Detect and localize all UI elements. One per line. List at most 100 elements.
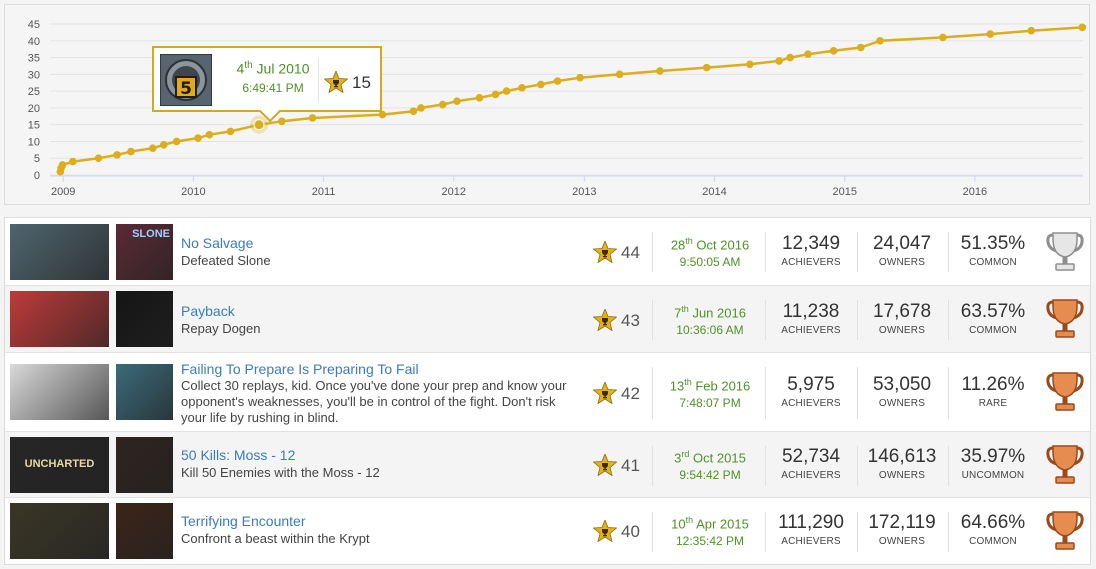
trophy-title-link[interactable]: Failing To Prepare Is Preparing To Fail bbox=[181, 361, 419, 377]
trophy-cup-icon bbox=[1045, 371, 1085, 418]
data-point bbox=[127, 147, 135, 156]
x-tick-label: 2011 bbox=[312, 186, 336, 198]
trophy-title-link[interactable]: No Salvage bbox=[181, 235, 253, 251]
trophy-description: Repay Dogen bbox=[181, 321, 261, 336]
earned-time: 12:35:42 PM bbox=[675, 534, 745, 548]
earned-date: 7th Jun 2016 bbox=[674, 304, 746, 321]
earned-time: 7:48:07 PM bbox=[679, 396, 741, 410]
trophy-icon-image[interactable] bbox=[116, 291, 173, 347]
earned-date: 10th Apr 2015 bbox=[671, 515, 749, 532]
data-point bbox=[986, 30, 995, 38]
progress-chart-card: 0 5 10 15 20 25 30 35 40 45 2009 2010 2011 2012 2013 20… bbox=[4, 4, 1090, 205]
column-divider bbox=[765, 367, 766, 419]
svg-text:5: 5 bbox=[180, 79, 192, 99]
trophy-icon-image[interactable] bbox=[116, 503, 173, 559]
trophy-list: SLONE No Salvage Defeated Slone 44 28th … bbox=[4, 217, 1091, 565]
y-tick-label: 30 bbox=[28, 69, 40, 81]
trophy-icon-image[interactable] bbox=[116, 437, 173, 493]
trophy-title-link[interactable]: 50 Kills: Moss - 12 bbox=[181, 447, 295, 463]
column-divider bbox=[652, 232, 653, 272]
earned-time: 10:36:06 AM bbox=[676, 323, 744, 337]
data-point bbox=[148, 144, 157, 152]
trophy-icon-image[interactable] bbox=[116, 364, 173, 420]
trophy-row[interactable]: Failing To Prepare Is Preparing To Fail … bbox=[5, 353, 1090, 432]
data-point bbox=[58, 161, 67, 169]
y-tick-label: 45 bbox=[28, 19, 40, 31]
trophy-rank: 40 bbox=[621, 522, 640, 541]
data-point bbox=[702, 63, 711, 72]
x-tick-label: 2015 bbox=[832, 186, 856, 198]
column-divider bbox=[652, 446, 653, 486]
highlight-point bbox=[253, 119, 265, 131]
trophy-cup-icon bbox=[1045, 444, 1085, 491]
data-point bbox=[409, 107, 418, 116]
earned-date: 13th Feb 2016 bbox=[669, 377, 751, 394]
x-tick-label: 2016 bbox=[963, 186, 987, 198]
data-point bbox=[278, 117, 286, 126]
data-point bbox=[775, 57, 783, 65]
level-badge-icon: 5 bbox=[161, 55, 211, 105]
data-point bbox=[786, 53, 794, 62]
tooltip-trophy-count: 15 bbox=[352, 73, 371, 92]
trophy-title-link[interactable]: Payback bbox=[181, 303, 235, 319]
tooltip-separator bbox=[318, 58, 319, 102]
game-cover-image[interactable] bbox=[10, 364, 109, 420]
trophy-star-icon bbox=[592, 380, 618, 409]
y-tick-label: 0 bbox=[34, 170, 40, 182]
tooltip-date: 4th Jul 2010 bbox=[236, 60, 310, 77]
data-point bbox=[159, 141, 168, 149]
trophy-description: Kill 50 Enemies with the Moss - 12 bbox=[181, 465, 380, 480]
column-divider bbox=[765, 300, 766, 340]
game-logo-text: UNCHARTED bbox=[24, 458, 95, 470]
earned-date: 28th Oct 2016 bbox=[670, 236, 750, 253]
trophy-row[interactable]: Payback Repay Dogen 43 7th Jun 2016 10:3… bbox=[5, 286, 1090, 353]
game-cover-image[interactable] bbox=[10, 291, 109, 347]
data-point bbox=[502, 87, 511, 95]
data-point bbox=[113, 151, 121, 159]
tooltip-time: 6:49:41 PM bbox=[242, 81, 304, 95]
trophy-rank: 41 bbox=[621, 456, 640, 475]
trophy-star-icon bbox=[592, 239, 618, 268]
trophy-row[interactable]: Terrifying Encounter Confront a beast wi… bbox=[5, 498, 1090, 564]
trophy-icon-image[interactable]: SLONE bbox=[116, 224, 173, 280]
data-point bbox=[475, 94, 484, 102]
trophy-row[interactable]: UNCHARTED 50 Kills: Moss - 12 Kill 50 En… bbox=[5, 432, 1090, 498]
x-tick-label: 2009 bbox=[51, 186, 75, 198]
data-point bbox=[226, 127, 235, 136]
earned-time: 9:54:42 PM bbox=[679, 468, 741, 482]
chart-tooltip: 5 4th Jul 2010 6:49:41 PM 15 bbox=[152, 46, 382, 123]
data-point bbox=[576, 73, 584, 82]
game-cover-image[interactable]: UNCHARTED bbox=[10, 437, 109, 493]
data-point bbox=[656, 67, 664, 75]
column-divider bbox=[765, 232, 766, 272]
owners-stat: 17,678 OWNERS bbox=[872, 301, 932, 336]
data-point bbox=[491, 90, 500, 99]
y-tick-label: 20 bbox=[28, 103, 40, 115]
y-tick-label: 5 bbox=[34, 153, 40, 165]
trophy-description: Confront a beast within the Krypt bbox=[181, 531, 370, 546]
owners-stat: 172,119 OWNERS bbox=[868, 512, 936, 547]
trophy-star-icon bbox=[592, 518, 618, 547]
trophy-description: Defeated Slone bbox=[181, 253, 271, 268]
column-divider bbox=[765, 512, 766, 552]
data-point bbox=[172, 137, 181, 146]
achievers-stat: 5,975 ACHIEVERS bbox=[781, 374, 841, 409]
data-point bbox=[939, 33, 947, 42]
data-point bbox=[518, 83, 526, 92]
data-point bbox=[746, 60, 754, 69]
trophy-row[interactable]: SLONE No Salvage Defeated Slone 44 28th … bbox=[5, 218, 1090, 286]
rarity-stat: 51.35% COMMON bbox=[960, 233, 1026, 268]
x-tick-label: 2014 bbox=[702, 186, 726, 198]
trophy-star-icon bbox=[592, 452, 618, 481]
achievers-stat: 52,734 ACHIEVERS bbox=[781, 446, 841, 481]
trophy-title-link[interactable]: Terrifying Encounter bbox=[181, 513, 306, 529]
data-point bbox=[829, 47, 838, 55]
achievers-stat: 11,238 ACHIEVERS bbox=[781, 301, 841, 336]
rarity-stat: 11.26% RARE bbox=[961, 374, 1025, 409]
trophy-cup-icon bbox=[1045, 298, 1085, 345]
trophy-rank: 43 bbox=[621, 311, 640, 330]
game-cover-image[interactable] bbox=[10, 224, 109, 280]
achievers-stat: 12,349 ACHIEVERS bbox=[781, 233, 841, 268]
game-cover-image[interactable] bbox=[10, 503, 109, 559]
data-point bbox=[417, 104, 425, 112]
